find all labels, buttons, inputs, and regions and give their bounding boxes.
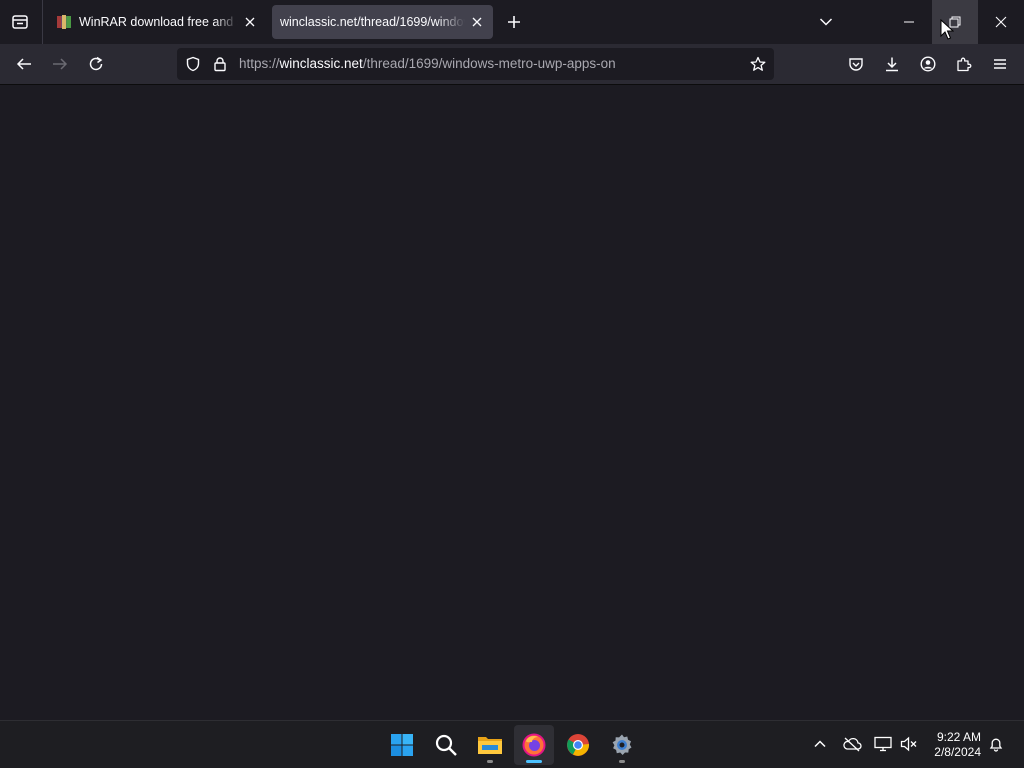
downloads-button[interactable]: [878, 50, 906, 78]
volume-tray-button[interactable]: [898, 733, 920, 755]
onedrive-tray-button[interactable]: [841, 733, 863, 755]
back-button[interactable]: [10, 50, 38, 78]
settings-icon: [612, 734, 632, 755]
account-icon: [920, 56, 936, 72]
url-path: /thread/1699/windows-metro-uwp-apps-on: [362, 56, 616, 71]
page-content-area[interactable]: [0, 85, 1024, 720]
tab-winclassic[interactable]: winclassic.net/thread/1699/windows-metro…: [272, 5, 493, 39]
cloud-offline-icon: [843, 737, 862, 752]
chevron-down-icon: [819, 18, 833, 26]
app-menu-button[interactable]: [986, 50, 1014, 78]
forward-button[interactable]: [46, 50, 74, 78]
notifications-button[interactable]: [985, 733, 1007, 755]
running-indicator: [487, 760, 493, 763]
chevron-up-icon: [814, 740, 826, 748]
list-all-tabs-button[interactable]: [814, 10, 838, 34]
pocket-button[interactable]: [842, 50, 870, 78]
show-hidden-icons-button[interactable]: [809, 733, 831, 755]
tab-winrar[interactable]: WinRAR download free and support: [48, 5, 266, 39]
close-tab-icon[interactable]: [242, 14, 258, 30]
winrar-icon: [56, 14, 72, 30]
plus-icon: [508, 16, 520, 28]
lock-icon: [214, 57, 226, 72]
minimize-icon: [904, 21, 914, 23]
search-icon: [435, 734, 457, 756]
star-icon: [750, 56, 766, 71]
puzzle-icon: [957, 57, 972, 72]
reload-icon: [89, 56, 103, 71]
url-text[interactable]: https://winclassic.net/thread/1699/windo…: [239, 48, 616, 80]
firefox-taskbar-button[interactable]: [514, 725, 554, 765]
chrome-taskbar-button[interactable]: [558, 725, 598, 765]
firefox-view-button[interactable]: [8, 10, 32, 34]
close-window-button[interactable]: [978, 0, 1024, 44]
url-host: winclassic.net: [279, 56, 363, 71]
chrome-icon: [567, 734, 590, 756]
arrow-right-icon: [53, 58, 68, 70]
network-tray-button[interactable]: [872, 733, 894, 755]
account-button[interactable]: [914, 50, 942, 78]
start-button[interactable]: [382, 725, 422, 765]
download-icon: [886, 57, 898, 72]
site-info-button[interactable]: [210, 54, 230, 74]
firefox-view-icon: [12, 15, 28, 29]
close-tab-icon[interactable]: [469, 14, 485, 30]
taskbar-search-button[interactable]: [426, 725, 466, 765]
clock-time: 9:22 AM: [936, 730, 981, 744]
mouse-cursor-icon: [940, 18, 955, 46]
running-indicator: [619, 760, 625, 763]
volume-muted-icon: [900, 736, 917, 752]
shield-icon: [186, 56, 200, 72]
reload-button[interactable]: [82, 50, 110, 78]
clock-date: 2/8/2024: [934, 745, 981, 759]
bell-icon: [989, 738, 1003, 752]
tracking-protection-button[interactable]: [183, 54, 203, 74]
pocket-icon: [849, 58, 863, 71]
network-icon: [874, 736, 892, 752]
bookmark-button[interactable]: [748, 54, 768, 74]
taskbar-clock[interactable]: 9:22 AM 2/8/2024: [934, 730, 981, 760]
firefox-icon: [522, 733, 546, 757]
active-indicator: [526, 760, 542, 763]
new-tab-button[interactable]: [502, 10, 526, 34]
close-icon: [995, 16, 1007, 28]
tab-title: WinRAR download free and support: [79, 15, 238, 29]
settings-taskbar-button[interactable]: [602, 725, 642, 765]
tab-strip: WinRAR download free and support winclas…: [0, 0, 1024, 44]
arrow-left-icon: [16, 58, 31, 70]
extensions-button[interactable]: [950, 50, 978, 78]
windows-start-icon: [391, 734, 413, 756]
navigation-toolbar: https://winclassic.net/thread/1699/windo…: [0, 44, 1024, 85]
restore-button[interactable]: [932, 0, 978, 44]
address-bar[interactable]: https://winclassic.net/thread/1699/windo…: [177, 48, 774, 80]
hamburger-menu-icon: [994, 59, 1006, 69]
windows-taskbar: 9:22 AM 2/8/2024: [0, 720, 1024, 768]
tab-divider: [42, 0, 43, 44]
minimize-button[interactable]: [886, 0, 932, 44]
file-explorer-button[interactable]: [470, 725, 510, 765]
url-scheme: https://: [239, 56, 280, 71]
file-explorer-icon: [478, 737, 502, 754]
tab-title: winclassic.net/thread/1699/windows-metro…: [280, 15, 465, 29]
